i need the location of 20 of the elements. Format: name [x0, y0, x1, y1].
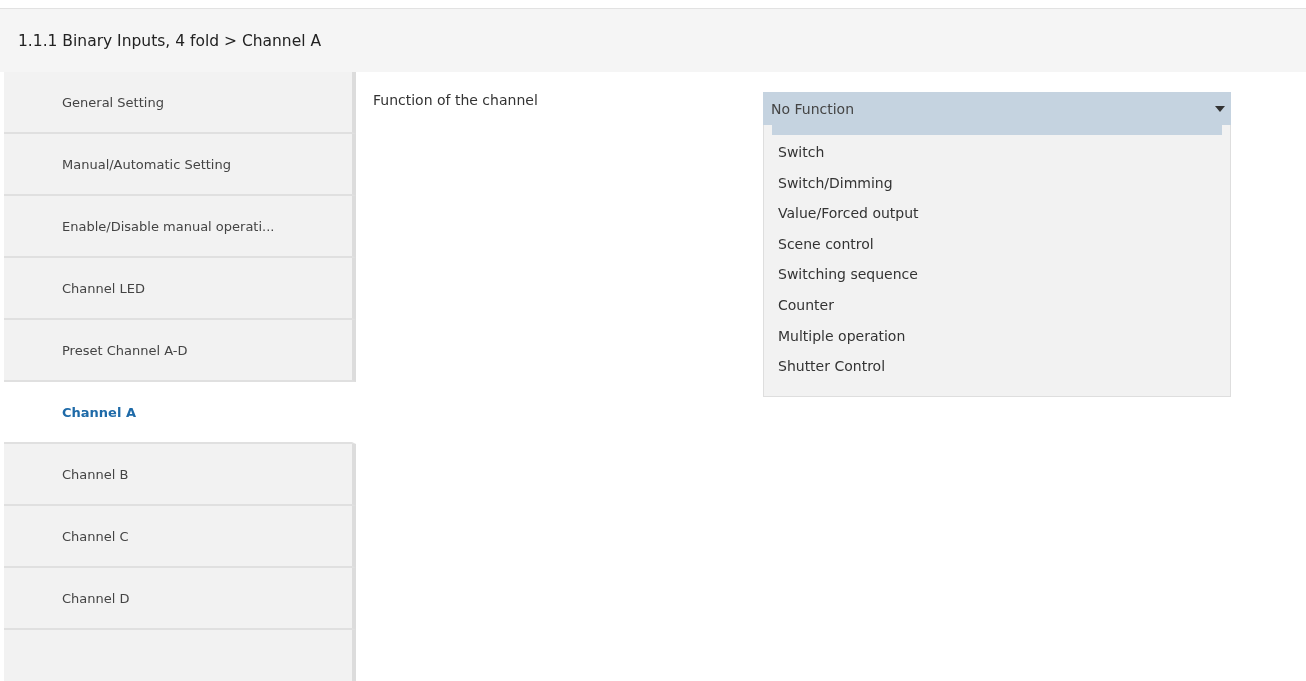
caret-icon — [1215, 105, 1225, 112]
parameter-label: Function of the channel — [373, 92, 539, 110]
dropdown-option[interactable]: Value/Forced output — [764, 198, 1230, 229]
dropdown-option[interactable]: Scene control — [764, 228, 1230, 260]
sidebar-item[interactable]: Channel LED — [4, 258, 356, 320]
breadcrumb-title: 1.1.1 Binary Inputs, 4 fold > Channel A — [18, 31, 322, 50]
sidebar-item[interactable]: Enable/Disable manual operati... — [4, 196, 356, 258]
dropdown-option[interactable]: Switching sequence — [764, 259, 1230, 290]
dropdown-option[interactable]: Counter — [764, 289, 1230, 321]
dropdown-option[interactable]: Multiple operation — [764, 320, 1230, 352]
dropdown-option[interactable]: Shutter Control — [764, 351, 1230, 382]
function-dropdown[interactable]: No Function — [763, 92, 1231, 125]
sidebar-item[interactable]: Channel C — [4, 506, 356, 568]
sidebar-item[interactable]: Channel B — [4, 444, 356, 506]
sidebar-item[interactable]: Channel D — [4, 568, 356, 630]
dropdown-option[interactable]: Switch/Dimming — [764, 167, 1230, 199]
sidebar-item[interactable]: General Setting — [4, 72, 356, 134]
sidebar-item[interactable]: Manual/Automatic Setting — [4, 134, 356, 196]
dropdown-option[interactable]: Switch — [764, 137, 1230, 168]
sidebar-item[interactable]: Preset Channel A-D — [4, 320, 356, 382]
